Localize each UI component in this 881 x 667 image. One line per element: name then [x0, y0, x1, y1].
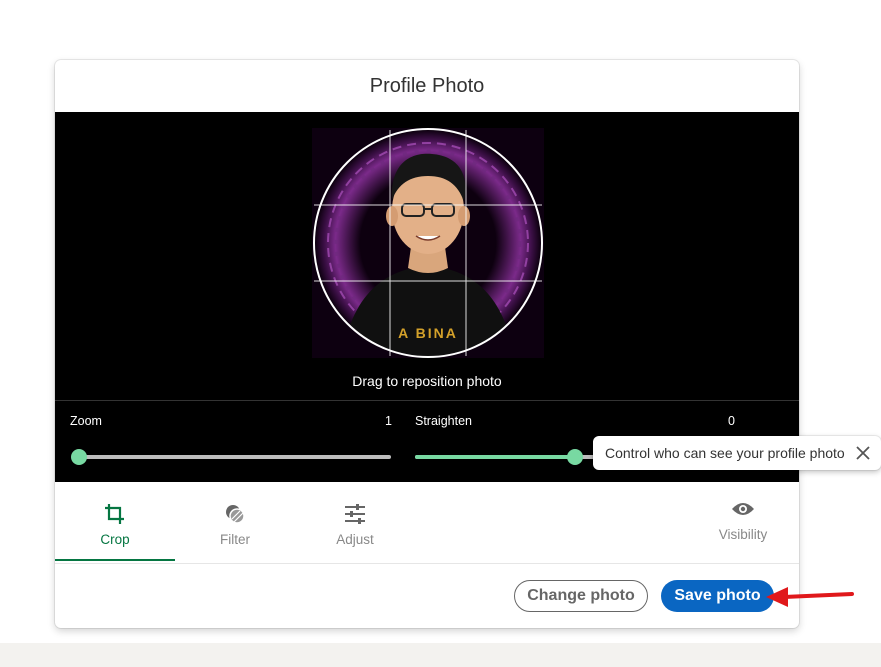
tab-filter[interactable]: Filter	[175, 482, 295, 561]
controls-divider	[55, 400, 799, 401]
straighten-value: 0	[728, 414, 735, 428]
tab-adjust-label: Adjust	[336, 532, 374, 547]
photo-editor: A BINA Drag to reposition photo Zoom 1 S…	[55, 112, 799, 501]
tooltip-text: Control who can see your profile photo	[605, 445, 845, 461]
tab-active-underline	[55, 559, 175, 561]
zoom-slider[interactable]	[71, 449, 391, 465]
sliders-icon	[344, 504, 366, 524]
profile-photo[interactable]: A BINA	[312, 128, 544, 358]
zoom-label: Zoom	[70, 414, 102, 428]
straighten-label: Straighten	[415, 414, 472, 428]
tab-visibility[interactable]: Visibility	[703, 482, 783, 561]
tab-visibility-label: Visibility	[718, 527, 768, 542]
tab-crop-label: Crop	[100, 532, 130, 547]
modal-title: Profile Photo	[369, 74, 485, 97]
editor-tabs: Crop Filter Adjust Visibility	[55, 482, 799, 564]
visibility-tooltip: Control who can see your profile photo	[593, 436, 881, 470]
tab-adjust[interactable]: Adjust	[295, 482, 415, 561]
page-background-band	[0, 643, 881, 667]
tab-filter-label: Filter	[220, 532, 250, 547]
save-photo-button[interactable]: Save photo	[661, 580, 774, 612]
eye-icon	[731, 501, 755, 522]
change-photo-button[interactable]: Change photo	[514, 580, 648, 612]
photo-crop-area[interactable]: A BINA	[312, 128, 544, 358]
straighten-slider-thumb[interactable]	[567, 449, 583, 465]
crop-icon	[104, 504, 126, 524]
red-arrow-annotation	[766, 587, 854, 607]
zoom-slider-thumb[interactable]	[71, 449, 87, 465]
shirt-logo-text: A BINA	[398, 325, 458, 341]
tab-crop[interactable]: Crop	[55, 482, 175, 561]
drag-hint: Drag to reposition photo	[352, 373, 502, 389]
close-icon[interactable]	[855, 445, 871, 461]
straighten-slider-fill	[415, 455, 575, 459]
modal-header: Profile Photo	[55, 60, 799, 112]
filter-icon	[224, 504, 246, 524]
profile-photo-modal: Profile Photo A BINA Drag to reposition …	[55, 60, 799, 628]
zoom-value: 1	[385, 414, 392, 428]
